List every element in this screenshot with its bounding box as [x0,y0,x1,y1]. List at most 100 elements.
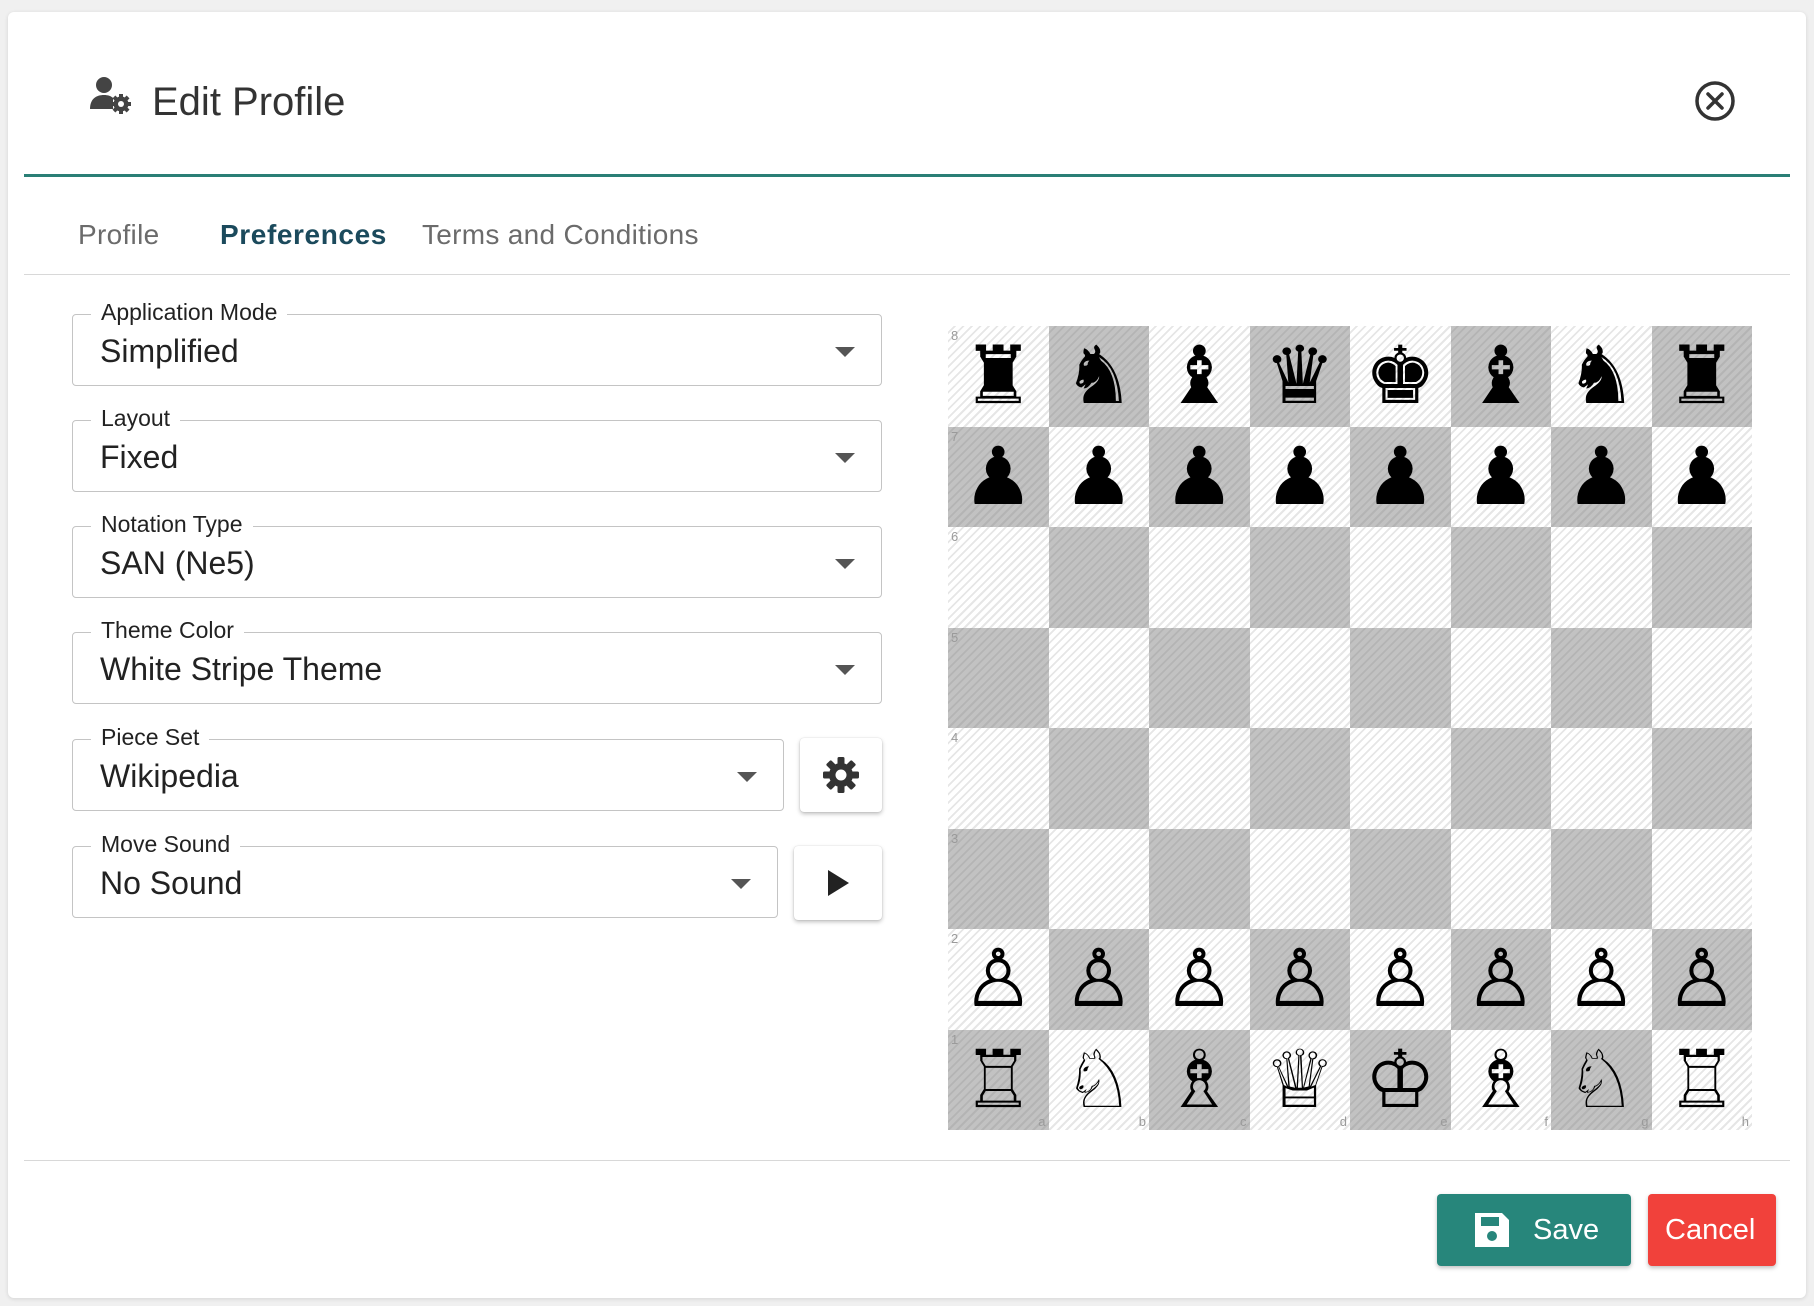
chess-piece [1551,728,1652,829]
chess-piece [1551,527,1652,628]
chess-piece: ♞ [1062,329,1135,423]
chess-piece [1350,527,1451,628]
board-square: c ♗ [1149,1029,1250,1130]
notation-type-select[interactable]: Notation Type SAN (Ne5) [72,510,882,598]
board-square [1249,627,1350,728]
footer-divider [24,1160,1790,1161]
board-square: 8 ♜ [948,326,1049,427]
board-square: ♝ [1149,326,1250,427]
board-square: ♙ [1350,929,1451,1030]
save-button-label: Save [1533,1214,1600,1246]
cancel-button-label: Cancel [1665,1214,1756,1246]
chess-piece [1350,728,1451,829]
chess-piece: ♙ [1263,932,1336,1026]
tab-preferences[interactable]: Preferences [220,218,387,252]
chess-piece [948,628,1049,729]
chess-piece: ♖ [1665,1032,1738,1126]
dropdown-arrow-icon [737,772,757,782]
save-button[interactable]: Save [1437,1194,1631,1266]
chess-piece: ♟ [1263,429,1336,523]
layout-select[interactable]: Layout Fixed [72,404,882,492]
chess-piece: ♝ [1163,329,1236,423]
board-square [1149,527,1250,628]
board-square: ♟ [1551,426,1652,527]
board-square [1249,728,1350,829]
dropdown-arrow-icon [835,665,855,675]
application-mode-value: Simplified [100,333,239,369]
chess-piece: ♗ [1464,1032,1537,1126]
chess-piece: ♜ [1665,329,1738,423]
board-square: h ♖ [1651,1029,1752,1130]
dialog-title: Edit Profile [152,80,346,124]
play-sound-button[interactable] [794,846,882,920]
move-sound-select[interactable]: Move Sound No Sound [72,830,778,918]
chess-piece: ♞ [1565,329,1638,423]
chess-piece: ♟ [1364,429,1437,523]
layout-label: Layout [91,404,181,432]
board-square: ♞ [1048,326,1149,427]
board-square [1651,627,1752,728]
board-square: 2 ♙ [948,929,1049,1030]
board-square: g ♘ [1551,1029,1652,1130]
piece-set-select[interactable]: Piece Set Wikipedia [72,723,784,811]
chess-piece [1049,829,1150,930]
board-square: ♟ [1350,426,1451,527]
chess-piece [1652,829,1753,930]
chess-piece [948,829,1049,930]
board-square [1249,527,1350,628]
board-square: f ♗ [1450,1029,1551,1130]
piece-set-label: Piece Set [91,723,210,751]
tab-profile[interactable]: Profile [78,218,159,252]
theme-color-select[interactable]: Theme Color White Stripe Theme [72,616,882,704]
tab-terms-and-conditions[interactable]: Terms and Conditions [422,218,699,252]
chess-piece: ♔ [1364,1032,1437,1126]
chess-piece: ♗ [1163,1032,1236,1126]
board-square [1350,728,1451,829]
close-icon[interactable] [1694,80,1736,122]
chess-piece [1551,829,1652,930]
board-square [1149,627,1250,728]
board-square [1551,627,1652,729]
board-square [1149,828,1250,929]
piece-set-settings-button[interactable] [800,738,882,812]
chess-piece: ♜ [962,329,1035,423]
chess-piece [1551,628,1652,729]
play-icon [828,870,849,896]
board-square [1450,527,1551,628]
board-square [1651,728,1752,829]
chess-piece: ♛ [1263,329,1336,423]
chess-piece: ♙ [962,932,1035,1026]
board-square: 3 [948,828,1049,930]
board-square: ♟ [1450,426,1551,527]
dropdown-arrow-icon [835,559,855,569]
dialog-header: Edit Profile [24,12,1790,177]
board-square: 1 a ♖ [948,1029,1049,1130]
board-square [1450,828,1552,930]
application-mode-label: Application Mode [91,298,288,326]
board-square: 5 [948,627,1049,729]
chess-piece [1250,829,1351,930]
board-square: b ♘ [1048,1029,1149,1130]
tab-bar: Profile Preferences Terms and Conditions [24,178,1790,275]
board-square [1551,828,1652,930]
notation-type-label: Notation Type [91,510,253,538]
board-square [1048,527,1149,628]
chess-piece: ♕ [1263,1032,1336,1126]
chess-piece [1149,527,1250,628]
chess-piece: ♙ [1464,932,1537,1026]
move-sound-value: No Sound [100,865,243,901]
board-square [1350,627,1451,728]
board-square [1651,828,1753,930]
chess-piece [1350,829,1451,930]
chess-piece [1451,829,1552,930]
chess-piece: ♙ [1163,932,1236,1026]
cancel-button[interactable]: Cancel [1648,1194,1776,1266]
board-square: e ♔ [1350,1029,1451,1130]
board-square: ♛ [1249,326,1350,427]
move-sound-label: Move Sound [91,830,241,858]
application-mode-select[interactable]: Application Mode Simplified [72,298,882,386]
board-square: ♙ [1450,929,1551,1030]
gear-icon [823,757,859,793]
chess-piece [1049,628,1150,729]
chess-piece: ♖ [962,1032,1035,1126]
